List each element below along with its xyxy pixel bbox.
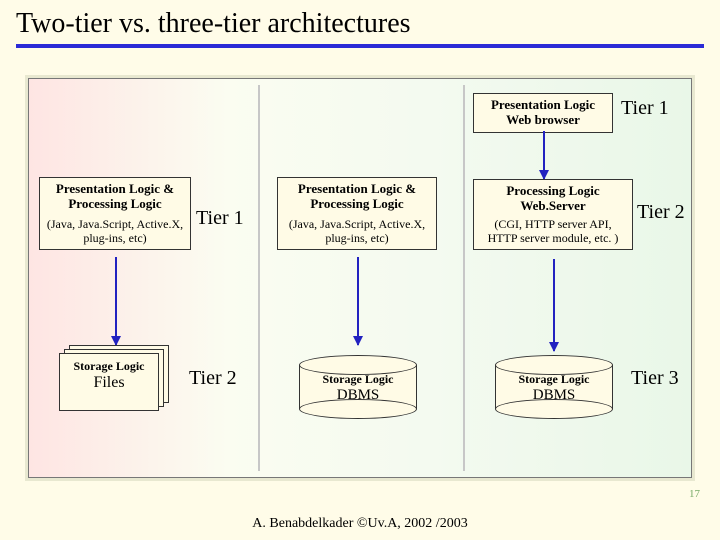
box-subtitle: Web browser <box>480 113 606 128</box>
box-subtitle: (Java, Java.Script, Active.X, plug-ins, … <box>284 218 430 246</box>
tier-label: Tier 1 <box>196 207 244 230</box>
storage-title: Storage Logic <box>60 360 158 374</box>
storage-main: Files <box>60 374 158 392</box>
arrow-icon <box>357 257 359 345</box>
title-area: Two-tier vs. three-tier architectures <box>0 0 720 52</box>
column-divider <box>463 85 465 471</box>
slide: Two-tier vs. three-tier architectures Pr… <box>0 0 720 540</box>
box-processing-webserver: Processing Logic Web.Server (CGI, HTTP s… <box>473 179 633 250</box>
arrow-icon <box>553 259 555 351</box>
box-presentation-processing: Presentation Logic & Processing Logic (J… <box>277 177 437 250</box>
box-title: Presentation Logic & Processing Logic <box>46 182 184 212</box>
tier-label: Tier 2 <box>189 367 237 390</box>
box-subtitle: (Java, Java.Script, Active.X, plug-ins, … <box>46 218 184 246</box>
storage-dbms-cylinder: Storage Logic DBMS <box>299 355 417 419</box>
storage-main: DBMS <box>495 387 613 404</box>
tier-label: Tier 2 <box>637 201 685 224</box>
box-title: Processing Logic Web.Server <box>480 184 626 214</box>
storage-title: Storage Logic <box>299 373 417 387</box>
box-presentation-browser: Presentation Logic Web browser <box>473 93 613 133</box>
box-title: Presentation Logic & Processing Logic <box>284 182 430 212</box>
tier-label: Tier 1 <box>621 97 669 120</box>
tier-label: Tier 3 <box>631 367 679 390</box>
box-presentation-processing: Presentation Logic & Processing Logic (J… <box>39 177 191 250</box>
slide-title: Two-tier vs. three-tier architectures <box>16 8 704 40</box>
footer-attribution: A. Benabdelkader ©Uv.A, 2002 /2003 <box>0 516 720 532</box>
storage-title: Storage Logic <box>495 373 613 387</box>
stack-sheet-front: Storage Logic Files <box>59 353 159 411</box>
arrow-icon <box>115 257 117 345</box>
page-number: 17 <box>689 488 700 500</box>
box-title: Presentation Logic <box>480 98 606 113</box>
box-subtitle: (CGI, HTTP server API, HTTP server modul… <box>480 218 626 246</box>
storage-main: DBMS <box>299 387 417 404</box>
arrow-icon <box>543 131 545 179</box>
column-divider <box>258 85 260 471</box>
diagram-frame: Presentation Logic Web browser Tier 1 Pr… <box>28 78 692 478</box>
storage-dbms-cylinder: Storage Logic DBMS <box>495 355 613 419</box>
title-underline <box>16 44 704 48</box>
